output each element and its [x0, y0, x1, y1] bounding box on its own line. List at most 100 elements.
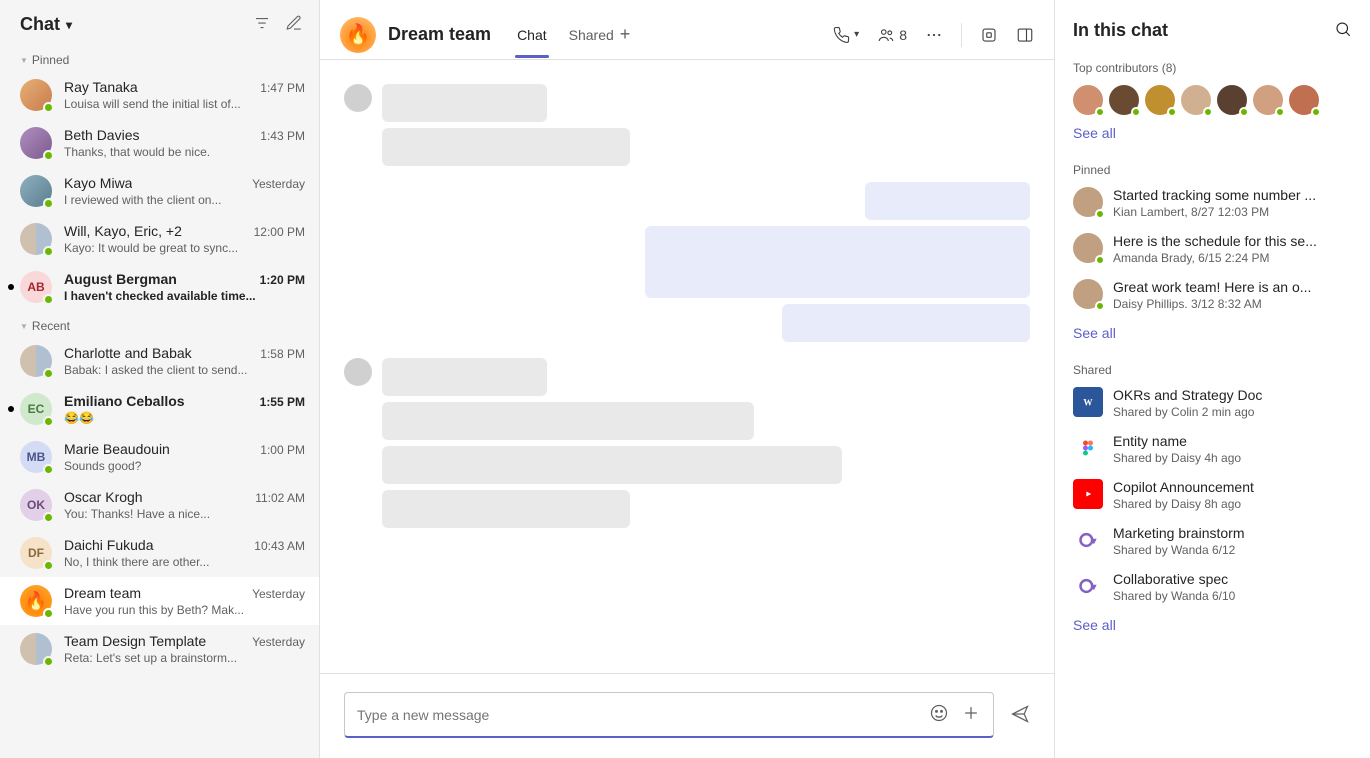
contributor-avatar[interactable] — [1217, 85, 1247, 115]
avatar: MB — [20, 441, 52, 473]
message-bubble[interactable] — [382, 490, 630, 528]
message-scroll[interactable] — [320, 60, 1054, 674]
pinned-label: Pinned — [1073, 163, 1352, 177]
add-attachment-icon[interactable] — [961, 703, 981, 726]
send-button[interactable] — [1010, 704, 1030, 727]
chat-item[interactable]: ABAugust Bergman1:20 PMI haven't checked… — [0, 263, 319, 311]
see-all-shared[interactable]: See all — [1073, 617, 1116, 633]
presence-icon — [43, 560, 54, 571]
avatar: 🔥 — [20, 585, 52, 617]
see-all-pinned[interactable]: See all — [1073, 325, 1116, 341]
presence-icon — [43, 368, 54, 379]
shared-item[interactable]: Entity nameShared by Daisy 4h ago — [1073, 433, 1352, 465]
presence-icon — [43, 102, 54, 113]
message-bubble[interactable] — [865, 182, 1030, 220]
emoji-icon[interactable] — [929, 703, 949, 726]
message-bubble[interactable] — [382, 446, 842, 484]
message-bubble[interactable] — [782, 304, 1030, 342]
presence-icon — [43, 608, 54, 619]
chat-item[interactable]: OKOscar Krogh11:02 AMYou: Thanks! Have a… — [0, 481, 319, 529]
figma-icon — [1073, 433, 1103, 463]
people-button[interactable]: 8 — [877, 26, 907, 44]
presence-icon — [1095, 107, 1105, 117]
contributor-avatar[interactable] — [1073, 85, 1103, 115]
message-bubble[interactable] — [382, 84, 547, 122]
chat-name: Kayo Miwa — [64, 175, 132, 191]
sidebar-title[interactable]: Chat ▾ — [20, 14, 72, 35]
contributor-avatar[interactable] — [1145, 85, 1175, 115]
add-tab-button[interactable]: + — [616, 24, 635, 45]
chat-item[interactable]: Beth Davies1:43 PMThanks, that would be … — [0, 119, 319, 167]
conversation-pane: 🔥 Dream team ChatShared + ▾ 8 — [320, 0, 1054, 758]
chat-time: Yesterday — [252, 177, 305, 191]
shared-title: OKRs and Strategy Doc — [1113, 387, 1352, 403]
shared-item[interactable]: Marketing brainstormShared by Wanda 6/12 — [1073, 525, 1352, 557]
contributors-label: Top contributors (8) — [1073, 61, 1352, 75]
shared-item[interactable]: Collaborative specShared by Wanda 6/10 — [1073, 571, 1352, 603]
shared-item[interactable]: WOKRs and Strategy DocShared by Colin 2 … — [1073, 387, 1352, 419]
chat-item[interactable]: Charlotte and Babak1:58 PMBabak: I asked… — [0, 337, 319, 385]
contributor-avatar[interactable] — [1289, 85, 1319, 115]
section-recent[interactable]: ▼ Recent — [0, 311, 319, 337]
chat-time: 1:58 PM — [260, 347, 305, 361]
compose-box[interactable] — [344, 692, 994, 738]
chat-item[interactable]: 🔥Dream teamYesterdayHave you run this by… — [0, 577, 319, 625]
shared-subtitle: Shared by Daisy 8h ago — [1113, 497, 1352, 511]
pinned-message[interactable]: Started tracking some number ...Kian Lam… — [1073, 187, 1352, 219]
sender-avatar — [344, 358, 372, 386]
presence-icon — [1311, 107, 1321, 117]
chat-item[interactable]: ECEmiliano Ceballos1:55 PM😂😂 — [0, 385, 319, 433]
section-pinned[interactable]: ▼ Pinned — [0, 45, 319, 71]
shared-title: Copilot Announcement — [1113, 479, 1352, 495]
message-bubble[interactable] — [645, 226, 1030, 298]
chat-preview: No, I think there are other... — [64, 555, 305, 569]
chat-preview: Have you run this by Beth? Mak... — [64, 603, 305, 617]
shared-label: Shared — [1073, 363, 1352, 377]
call-button[interactable]: ▾ — [832, 26, 859, 44]
pinned-message[interactable]: Great work team! Here is an o...Daisy Ph… — [1073, 279, 1352, 311]
presence-icon — [43, 416, 54, 427]
copilot-icon[interactable] — [980, 26, 998, 44]
chat-preview: I reviewed with the client on... — [64, 193, 305, 207]
filter-icon[interactable] — [253, 14, 271, 35]
shared-item[interactable]: Copilot Announcement Shared by Daisy 8h a… — [1073, 479, 1352, 511]
contributor-avatar[interactable] — [1181, 85, 1211, 115]
chat-name: Charlotte and Babak — [64, 345, 192, 361]
collapse-icon: ▼ — [20, 322, 28, 331]
tab-shared[interactable]: Shared — [567, 13, 616, 57]
see-all-contributors[interactable]: See all — [1073, 125, 1116, 141]
chat-item[interactable]: Team Design TemplateYesterdayReta: Let's… — [0, 625, 319, 673]
chat-time: 1:55 PM — [260, 395, 305, 409]
message-bubble[interactable] — [382, 358, 547, 396]
chat-item[interactable]: MBMarie Beaudouin1:00 PMSounds good? — [0, 433, 319, 481]
presence-icon — [43, 464, 54, 475]
chat-preview: Kayo: It would be great to sync... — [64, 241, 305, 255]
search-icon[interactable] — [1334, 20, 1352, 41]
contributor-avatar[interactable] — [1253, 85, 1283, 115]
chat-item[interactable]: Will, Kayo, Eric, +212:00 PMKayo: It wou… — [0, 215, 319, 263]
contributor-avatar[interactable] — [1109, 85, 1139, 115]
chat-item[interactable]: Ray Tanaka1:47 PMLouisa will send the in… — [0, 71, 319, 119]
presence-icon — [1131, 107, 1141, 117]
shared-subtitle: Shared by Colin 2 min ago — [1113, 405, 1352, 419]
new-chat-icon[interactable] — [285, 14, 303, 35]
chat-time: 1:47 PM — [260, 81, 305, 95]
chat-name: Marie Beaudouin — [64, 441, 170, 457]
shared-subtitle: Shared by Daisy 4h ago — [1113, 451, 1352, 465]
chat-list[interactable]: ▼ Pinned Ray Tanaka1:47 PMLouisa will se… — [0, 45, 319, 758]
chat-item[interactable]: Kayo Miwa Yesterday I reviewed with the cl… — [0, 167, 319, 215]
unread-indicator — [8, 406, 14, 412]
pinned-message[interactable]: Here is the schedule for this se...Amand… — [1073, 233, 1352, 265]
sidebar-title-text: Chat — [20, 14, 60, 35]
avatar — [20, 345, 52, 377]
message-input[interactable] — [357, 707, 929, 723]
message-bubble[interactable] — [382, 402, 754, 440]
tab-chat[interactable]: Chat — [515, 13, 549, 57]
shared-title: Marketing brainstorm — [1113, 525, 1352, 541]
panel-toggle-icon[interactable] — [1016, 26, 1034, 44]
more-options-icon[interactable] — [925, 26, 943, 44]
in-this-chat-panel: In this chat Top contributors (8) See al… — [1054, 0, 1370, 758]
chat-item[interactable]: DFDaichi Fukuda10:43 AMNo, I think there… — [0, 529, 319, 577]
message-bubble[interactable] — [382, 128, 630, 166]
avatar — [20, 127, 52, 159]
